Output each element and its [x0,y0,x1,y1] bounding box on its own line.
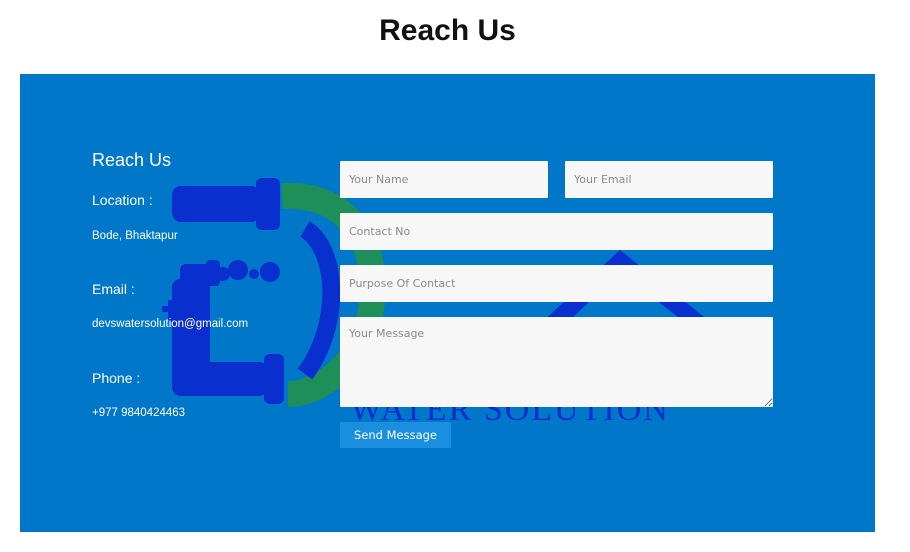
contact-info-heading: Reach Us [92,150,172,170]
message-textarea[interactable] [340,317,773,407]
send-message-button[interactable]: Send Message [340,422,451,448]
purpose-input[interactable] [340,265,773,302]
location-value: Bode, Bhaktapur [92,230,178,242]
email-value: devswatersolution@gmail.com [92,318,249,330]
name-input[interactable] [340,161,548,198]
phone-value: +977 9840424463 [92,407,186,419]
company-logo-watermark: WATER SOLUTION [162,178,718,428]
contact-number-input[interactable] [340,213,773,250]
contact-panel: WATER SOLUTION Reach Us Location : Bode,… [20,74,875,532]
location-label: Location : [92,192,153,208]
email-label: Email : [92,281,135,297]
phone-label: Phone : [92,370,141,386]
email-input[interactable] [565,161,773,198]
page-title: Reach Us [379,14,516,47]
